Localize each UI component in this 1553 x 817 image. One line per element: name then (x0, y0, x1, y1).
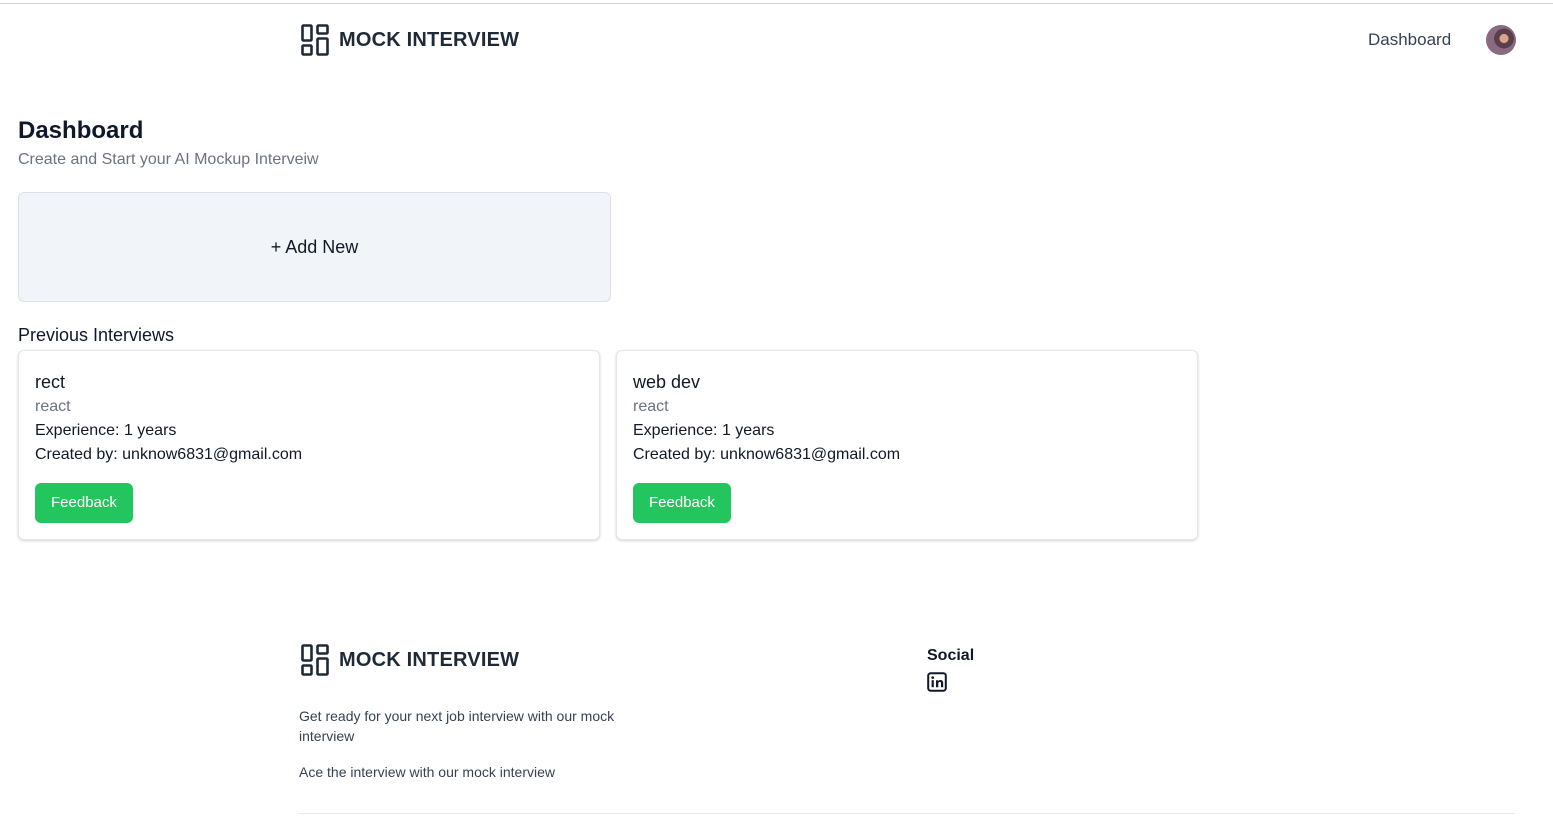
page-subtitle: Create and Start your AI Mockup Intervei… (18, 151, 319, 168)
interview-title: rect (35, 372, 66, 392)
interview-created-by: Created by: unknow6831@gmail.com (35, 446, 303, 463)
interview-role: react (35, 398, 71, 415)
footer-brand[interactable]: MOCK INTERVIEW (301, 644, 519, 676)
interview-card: web dev react Experience: 1 years Create… (616, 350, 1198, 540)
nav-link-dashboard[interactable]: Dashboard (1368, 30, 1451, 50)
linkedin-icon[interactable] (927, 672, 947, 692)
add-new-label: + Add New (270, 236, 359, 257)
interview-title: web dev (633, 372, 701, 392)
header-brand[interactable]: MOCK INTERVIEW (301, 24, 519, 56)
add-new-interview-button[interactable]: + Add New (18, 192, 611, 302)
interview-card: rect react Experience: 1 years Created b… (18, 350, 600, 540)
interview-experience: Experience: 1 years (633, 422, 775, 439)
brand-name: MOCK INTERVIEW (339, 28, 520, 51)
previous-interviews-heading: Previous Interviews (18, 325, 175, 345)
feedback-button[interactable]: Feedback (633, 483, 731, 523)
interview-role: react (633, 398, 669, 415)
footer-tagline: Get ready for your next job interview wi… (299, 708, 615, 744)
layout-dashboard-icon (301, 644, 329, 676)
social-heading: Social (927, 647, 975, 664)
top-navbar: MOCK INTERVIEW Dashboard (0, 0, 1553, 80)
page-title: Dashboard (18, 117, 144, 144)
footer-tagline-secondary: Ace the interview with our mock intervie… (299, 764, 555, 780)
interview-experience: Experience: 1 years (35, 422, 177, 439)
layout-dashboard-icon (301, 24, 329, 56)
interview-created-by: Created by: unknow6831@gmail.com (633, 446, 901, 463)
user-avatar[interactable] (1486, 25, 1516, 55)
footer-divider (299, 813, 1515, 814)
feedback-button[interactable]: Feedback (35, 483, 133, 523)
footer-brand-name: MOCK INTERVIEW (339, 648, 520, 671)
